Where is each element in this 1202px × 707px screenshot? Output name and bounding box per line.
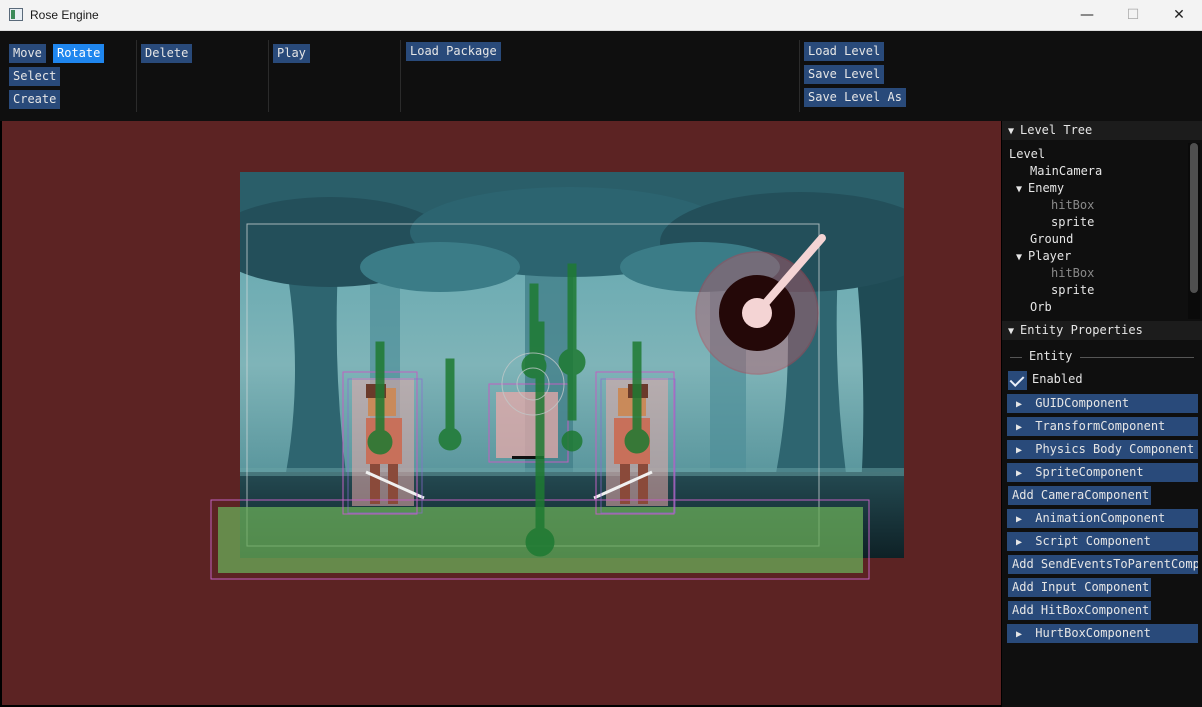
entity-section-separator: Entity	[1008, 349, 1198, 366]
expand-triangle-icon: ▶	[1016, 629, 1023, 640]
add-camera-component-button[interactable]: Add CameraComponent	[1008, 486, 1151, 505]
hurtbox-component-header[interactable]: ▶ HurtBoxComponent	[1007, 624, 1198, 643]
add-send-events-to-parent-component-button[interactable]: Add SendEventsToParentComponent	[1008, 555, 1198, 574]
collapse-triangle-icon: ▼	[1008, 326, 1015, 337]
add-input-component-button[interactable]: Add Input Component	[1008, 578, 1151, 597]
tree-item-player-sprite[interactable]: sprite	[1051, 282, 1094, 299]
level-tree-scrollbar[interactable]	[1188, 143, 1200, 319]
level-tree-header[interactable]: ▼ Level Tree	[1002, 121, 1202, 140]
tree-item-orb[interactable]: Orb	[1030, 299, 1052, 316]
expand-triangle-icon: ▼	[1016, 184, 1023, 195]
load-level-button[interactable]: Load Level	[804, 42, 885, 61]
editor-gizmos-overlay	[210, 223, 870, 580]
physics-body-component-header[interactable]: ▶ Physics Body Component	[1007, 440, 1198, 459]
expand-triangle-icon: ▶	[1016, 445, 1023, 456]
tree-item-enemy-hitbox[interactable]: hitBox	[1051, 197, 1094, 214]
maximize-button[interactable]: ☐	[1110, 0, 1156, 31]
transform-component-header[interactable]: ▶ TransformComponent	[1007, 417, 1198, 436]
entity-properties-header[interactable]: ▼ Entity Properties	[1002, 321, 1202, 340]
expand-triangle-icon: ▶	[1016, 422, 1023, 433]
tree-item-ground[interactable]: Ground	[1030, 231, 1073, 248]
expand-triangle-icon: ▶	[1016, 537, 1023, 548]
toolbar-divider	[400, 40, 401, 112]
tree-item-player-hitbox[interactable]: hitBox	[1051, 265, 1094, 282]
orb-selection-box	[488, 383, 569, 463]
tree-item-maincamera[interactable]: MainCamera	[1030, 163, 1102, 180]
expand-triangle-icon: ▶	[1016, 468, 1023, 479]
minimize-button[interactable]: —	[1064, 0, 1110, 31]
guid-component-header[interactable]: ▶ GUIDComponent	[1007, 394, 1198, 413]
enabled-checkbox[interactable]	[1008, 371, 1027, 390]
scrollbar-thumb[interactable]	[1190, 143, 1198, 293]
script-component-header[interactable]: ▶ Script Component	[1007, 532, 1198, 551]
title-bar: Rose Engine — ☐ ✕	[0, 0, 1202, 31]
select-button[interactable]: Select	[9, 67, 61, 86]
scene-viewport[interactable]	[2, 121, 1001, 705]
window-title: Rose Engine	[30, 8, 99, 22]
entity-section-label: Entity	[1029, 349, 1073, 363]
app-icon	[9, 8, 23, 21]
toolbar-divider	[799, 40, 800, 112]
save-level-as-button[interactable]: Save Level As	[804, 88, 906, 107]
expand-triangle-icon: ▼	[1016, 252, 1023, 263]
add-hitbox-component-button[interactable]: Add HitBoxComponent	[1008, 601, 1151, 620]
delete-button[interactable]: Delete	[141, 44, 193, 63]
toolbar-divider	[268, 40, 269, 112]
load-package-button[interactable]: Load Package	[406, 42, 501, 61]
expand-triangle-icon: ▶	[1016, 514, 1023, 525]
move-button[interactable]: Move	[9, 44, 46, 63]
enabled-label: Enabled	[1032, 372, 1083, 386]
collapse-triangle-icon: ▼	[1008, 126, 1015, 137]
right-panel: ▼ Level Tree Level MainCamera ▼ Enemy hitB…	[1002, 121, 1202, 707]
sprite-component-header[interactable]: ▶ SpriteComponent	[1007, 463, 1198, 482]
tree-item-enemy-sprite[interactable]: sprite	[1051, 214, 1094, 231]
toolbar-divider	[136, 40, 137, 112]
expand-triangle-icon: ▶	[1016, 399, 1023, 410]
close-button[interactable]: ✕	[1156, 0, 1202, 31]
rotate-button[interactable]: Rotate	[53, 44, 105, 63]
tree-item-level[interactable]: Level	[1009, 146, 1045, 163]
level-tree-list: Level MainCamera ▼ Enemy hitBox sprite Gr…	[1002, 143, 1188, 319]
create-button[interactable]: Create	[9, 90, 61, 109]
play-button[interactable]: Play	[273, 44, 310, 63]
tree-item-enemy[interactable]: ▼ Enemy	[1016, 180, 1064, 197]
animation-component-header[interactable]: ▶ AnimationComponent	[1007, 509, 1198, 528]
toolbar: Move Rotate Select Create Delete Play Lo…	[0, 31, 1202, 121]
save-level-button[interactable]: Save Level	[804, 65, 885, 84]
tree-item-player[interactable]: ▼ Player	[1016, 248, 1071, 265]
